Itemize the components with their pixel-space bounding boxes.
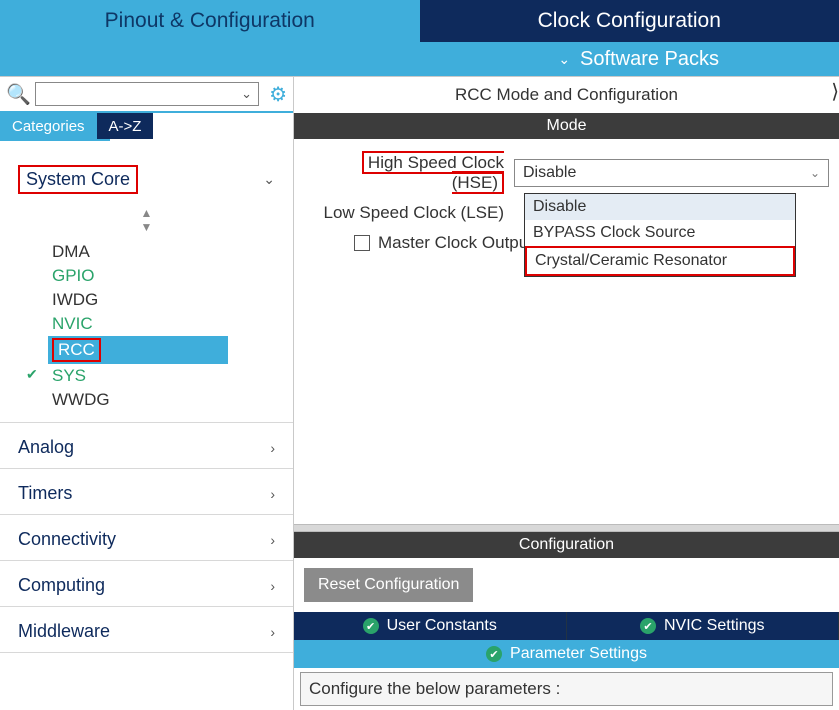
tab-user-constants[interactable]: ✔ User Constants	[294, 612, 567, 640]
collapse-icon[interactable]: ⟩	[831, 79, 839, 104]
chevron-right-icon: ›	[270, 440, 275, 456]
tab-pinout-configuration[interactable]: Pinout & Configuration	[0, 0, 420, 42]
check-circle-icon: ✔	[486, 646, 502, 662]
group-middleware[interactable]: Middleware ›	[18, 615, 275, 648]
group-computing[interactable]: Computing ›	[18, 569, 275, 602]
hse-option-crystal[interactable]: Crystal/Ceramic Resonator	[525, 246, 795, 276]
search-input[interactable]: ⌄	[35, 82, 259, 106]
hse-select[interactable]: Disable ⌄	[514, 159, 829, 187]
chevron-down-icon: ⌄	[810, 166, 820, 180]
hse-option-disable[interactable]: Disable	[525, 194, 795, 220]
chevron-right-icon: ›	[270, 624, 275, 640]
mco-label: Master Clock Output	[378, 233, 533, 253]
right-panel: ⟩ RCC Mode and Configuration Mode High S…	[294, 77, 839, 710]
group-system-core[interactable]: System Core ⌄	[18, 159, 275, 200]
chevron-down-icon: ⌄	[558, 51, 570, 68]
search-icon[interactable]: 🔍	[6, 82, 31, 107]
tree-item-sys[interactable]: ✔ SYS	[48, 364, 275, 388]
tree-item-rcc[interactable]: RCC	[48, 336, 228, 364]
check-circle-icon: ✔	[640, 618, 656, 634]
mode-header: Mode	[294, 113, 839, 139]
check-icon: ✔	[26, 366, 38, 383]
tree-item-rcc-label: RCC	[52, 338, 101, 362]
tab-clock-configuration[interactable]: Clock Configuration	[420, 0, 839, 42]
tree-item-iwdg[interactable]: IWDG	[48, 288, 275, 312]
panel-separator[interactable]	[294, 524, 839, 532]
group-timers[interactable]: Timers ›	[18, 477, 275, 510]
tree-item-gpio[interactable]: GPIO	[48, 264, 275, 288]
sort-icon[interactable]: ▲▼	[18, 206, 275, 240]
hse-option-bypass[interactable]: BYPASS Clock Source	[525, 220, 795, 246]
tab-categories[interactable]: Categories	[0, 113, 97, 139]
tree-item-nvic[interactable]: NVIC	[48, 312, 275, 336]
chevron-down-icon[interactable]: ⌄	[241, 86, 252, 102]
tab-parameter-settings[interactable]: ✔ Parameter Settings	[294, 640, 839, 668]
gear-icon[interactable]: ⚙	[269, 82, 287, 107]
lse-label: Low Speed Clock (LSE)	[314, 203, 514, 223]
chevron-down-icon: ⌄	[263, 171, 275, 188]
tab-a-to-z[interactable]: A->Z	[97, 113, 154, 139]
tab-nvic-settings[interactable]: ✔ NVIC Settings	[567, 612, 839, 640]
tree-item-wwdg[interactable]: WWDG	[48, 388, 275, 412]
software-packs-label: Software Packs	[580, 48, 719, 71]
tree-item-dma[interactable]: DMA	[48, 240, 275, 264]
chevron-right-icon: ›	[270, 578, 275, 594]
group-system-core-label: System Core	[18, 165, 138, 194]
mco-checkbox[interactable]	[354, 235, 370, 251]
tab-underline	[0, 139, 110, 141]
left-panel: 🔍 ⌄ ⚙ Categories A->Z System Core ⌄ ▲▼ D…	[0, 77, 294, 710]
software-packs-bar[interactable]: ⌄ Software Packs	[0, 42, 839, 76]
hse-dropdown-list: Disable BYPASS Clock Source Crystal/Cera…	[524, 193, 796, 277]
rcc-title: RCC Mode and Configuration	[294, 77, 839, 113]
check-circle-icon: ✔	[363, 618, 379, 634]
parameter-hint: Configure the below parameters :	[300, 672, 833, 706]
group-connectivity[interactable]: Connectivity ›	[18, 523, 275, 556]
configuration-header: Configuration	[294, 532, 839, 558]
group-analog[interactable]: Analog ›	[18, 431, 275, 464]
chevron-right-icon: ›	[270, 486, 275, 502]
hse-label: High Speed Clock (HSE)	[314, 153, 514, 193]
reset-configuration-button[interactable]: Reset Configuration	[304, 568, 473, 602]
chevron-right-icon: ›	[270, 532, 275, 548]
